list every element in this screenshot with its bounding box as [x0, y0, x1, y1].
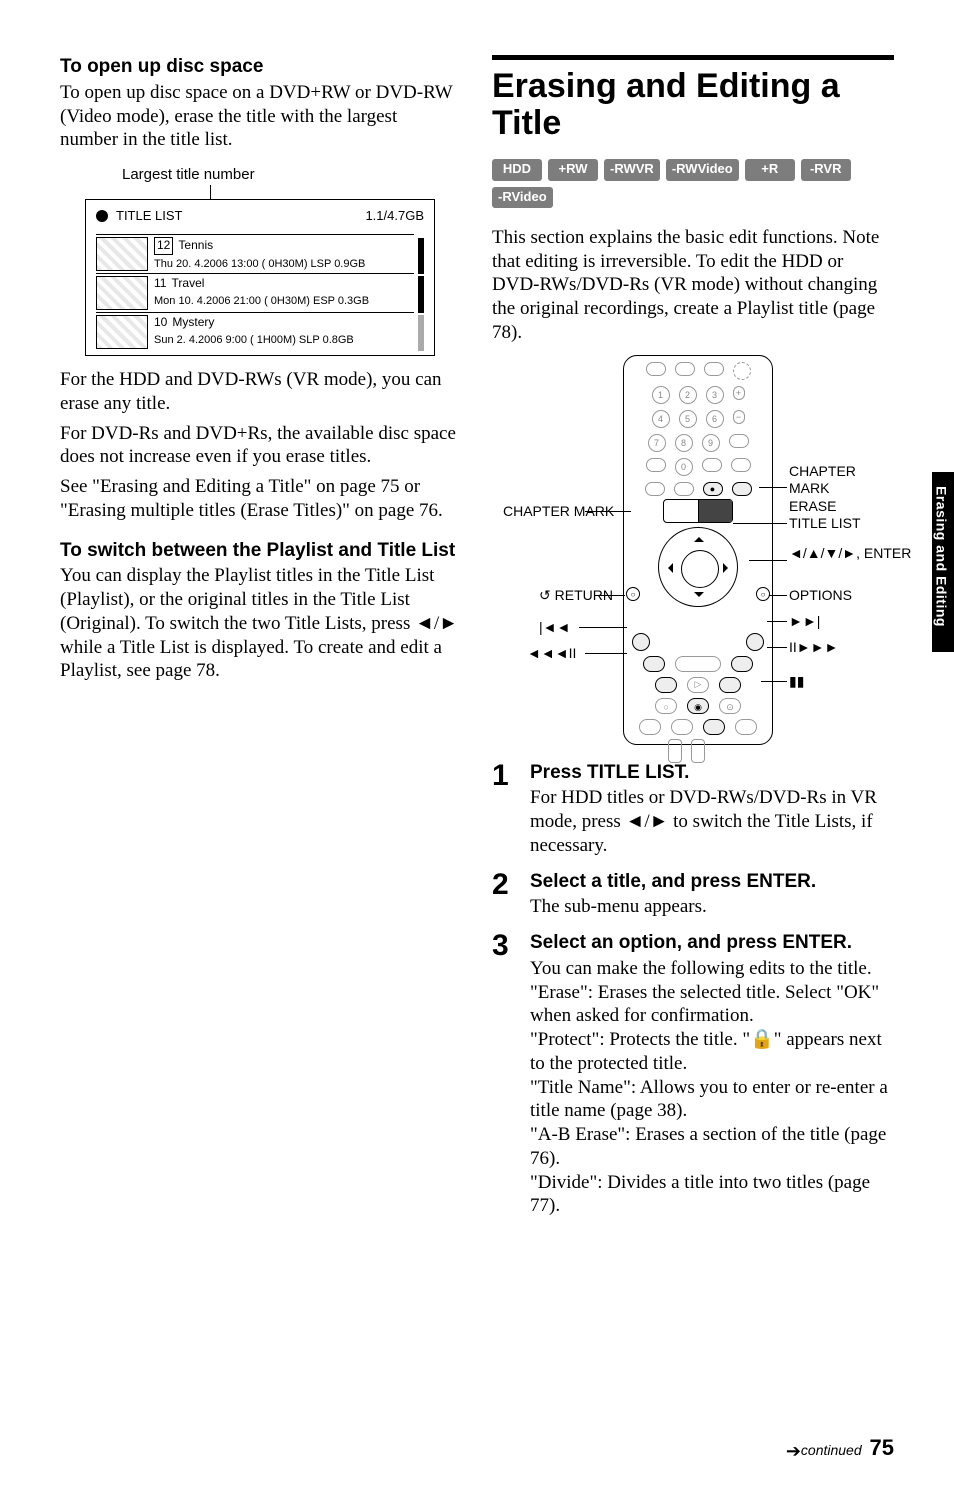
step-body: You can make the following edits to the … [530, 957, 894, 1218]
heading-switch-lists: To switch between the Playlist and Title… [60, 539, 460, 563]
scrollbar-icon [418, 234, 424, 351]
step-number: 2 [492, 870, 516, 924]
badge-rw-video: -RWVideo [666, 159, 739, 180]
para-open-space: To open up disc space on a DVD+RW or DVD… [60, 81, 460, 152]
row-title: Mystery [172, 315, 214, 329]
row-meta: Mon 10. 4.2006 21:00 ( 0H30M) ESP 0.3GB [154, 294, 414, 308]
thumbnail-icon [96, 315, 148, 349]
left-column: To open up disc space To open up disc sp… [60, 55, 460, 1230]
row-number: 10 [154, 315, 167, 329]
badge-r-video: -RVideo [492, 187, 553, 208]
continued-label: continued [801, 1442, 862, 1458]
step-number: 3 [492, 931, 516, 1222]
title-list-header: TITLE LIST 1.1/4.7GB [96, 208, 424, 224]
page-number: 75 [870, 1435, 894, 1460]
step-heading: Select an option, and press ENTER. [530, 931, 894, 955]
label-ff-icon: II►►► [789, 639, 838, 657]
label-chapter-mark-erase: CHAPTERMARKERASE [789, 463, 856, 516]
para-hdd-vr: For the HDD and DVD-RWs (VR mode), you c… [60, 368, 460, 416]
step-body: The sub-menu appears. [530, 895, 894, 919]
row-title: Travel [172, 276, 205, 290]
page-title: Erasing and Editing a Title [492, 68, 894, 141]
table-row: 10 Mystery Sun 2. 4.2006 9:00 ( 1H00M) S… [96, 312, 414, 351]
row-meta: Sun 2. 4.2006 9:00 ( 1H00M) SLP 0.8GB [154, 333, 414, 347]
title-list-label: TITLE LIST [116, 208, 182, 224]
side-tab-label: Erasing and Editing [932, 472, 950, 627]
step-1: 1 Press TITLE LIST. For HDD titles or DV… [492, 761, 894, 862]
title-list-capacity: 1.1/4.7GB [365, 208, 424, 224]
step-number: 1 [492, 761, 516, 862]
row-title: Tennis [178, 238, 213, 252]
thumbnail-icon [96, 276, 148, 310]
step-heading: Press TITLE LIST. [530, 761, 894, 785]
badge-r-vr: -RVR [801, 159, 851, 180]
remote-diagram: 123+ 456− 789 0 ● ○○ ▷ ○◉⊙ [503, 355, 883, 755]
label-arrows-enter: ◄/▲/▼/►, ENTER [789, 545, 911, 563]
badge-plus-r: +R [745, 159, 795, 180]
badge-plus-rw: +RW [548, 159, 598, 180]
para-dvdr: For DVD-Rs and DVD+Rs, the available dis… [60, 422, 460, 470]
continued-arrow-icon: ➔ [786, 1441, 801, 1461]
step-3: 3 Select an option, and press ENTER. You… [492, 931, 894, 1222]
label-options: OPTIONS [789, 587, 852, 605]
row-number: 11 [154, 276, 166, 290]
right-column: Erasing and Editing a Title HDD +RW -RWV… [492, 55, 894, 1230]
para-switch: You can display the Playlist titles in t… [60, 564, 460, 683]
step-2: 2 Select a title, and press ENTER. The s… [492, 870, 894, 924]
step-heading: Select a title, and press ENTER. [530, 870, 894, 894]
leader-line [210, 185, 211, 199]
para-see: See "Erasing and Editing a Title" on pag… [60, 475, 460, 523]
thumbnail-icon [96, 237, 148, 271]
title-list-figure: TITLE LIST 1.1/4.7GB 12 Tennis Thu 20. 4… [85, 199, 435, 356]
label-prev-icon: |◄◄ [539, 619, 570, 637]
table-row: 12 Tennis Thu 20. 4.2006 13:00 ( 0H30M) … [96, 234, 414, 273]
figure-caption: Largest title number [122, 166, 460, 185]
label-rewind-icon: ◄◄◄II [527, 645, 576, 663]
remote-outline: 123+ 456− 789 0 ● ○○ ▷ ○◉⊙ [623, 355, 773, 745]
media-badges: HDD +RW -RWVR -RWVideo +R -RVR -RVideo [492, 159, 894, 208]
label-pause-icon: ▮▮ [789, 673, 804, 691]
side-tab: Erasing and Editing [932, 472, 954, 652]
label-next-icon: ►►| [789, 613, 820, 631]
page-footer: ➔continued 75 [786, 1434, 894, 1463]
row-number: 12 [154, 237, 173, 255]
steps-list: 1 Press TITLE LIST. For HDD titles or DV… [492, 761, 894, 1223]
step-body: For HDD titles or DVD-RWs/DVD-Rs in VR m… [530, 786, 894, 857]
label-title-list: TITLE LIST [789, 515, 861, 533]
intro-paragraph: This section explains the basic edit fun… [492, 226, 894, 345]
heading-open-space: To open up disc space [60, 55, 460, 79]
table-row: 11 Travel Mon 10. 4.2006 21:00 ( 0H30M) … [96, 273, 414, 312]
heading-rule [492, 55, 894, 60]
row-meta: Thu 20. 4.2006 13:00 ( 0H30M) LSP 0.9GB [154, 257, 414, 271]
badge-hdd: HDD [492, 159, 542, 180]
badge-rw-vr: -RWVR [604, 159, 660, 180]
record-dot-icon [96, 210, 108, 222]
